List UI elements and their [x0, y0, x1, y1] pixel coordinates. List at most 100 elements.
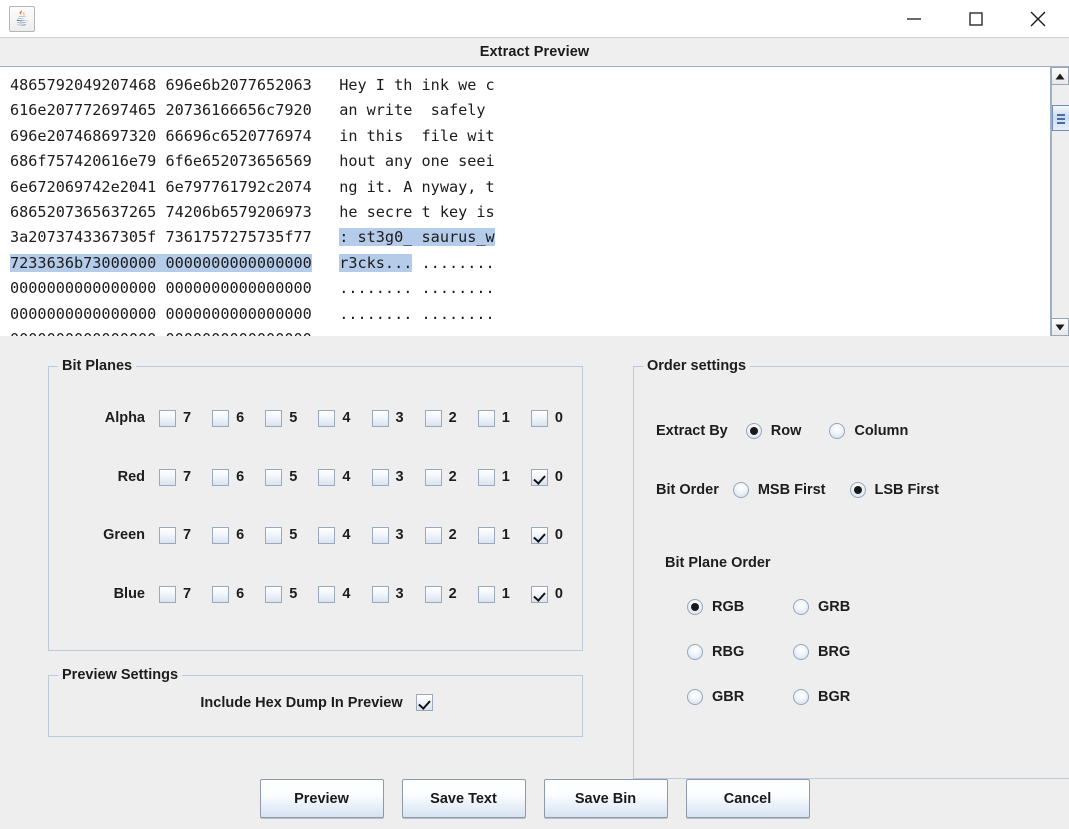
include-hex-dump-label: Include Hex Dump In Preview — [200, 694, 403, 711]
checkbox-red-bit-1[interactable] — [477, 468, 495, 486]
checkbox-red-bit-0[interactable] — [530, 468, 548, 486]
bit-number-label: 4 — [342, 527, 351, 543]
bit-number-label: 0 — [554, 527, 563, 543]
checkbox-green-bit-3[interactable] — [371, 526, 389, 544]
radio-extract-row-label: Row — [770, 423, 802, 439]
maximize-button[interactable] — [945, 0, 1007, 37]
checkbox-alpha-bit-5[interactable] — [265, 409, 283, 427]
cancel-button[interactable]: Cancel — [685, 779, 810, 818]
scroll-down-arrow-icon[interactable] — [1051, 318, 1069, 336]
hex-dump-text[interactable]: 4865792049207468 696e6b2077652063 Hey I … — [0, 67, 1050, 336]
bit-plane-cell: 4 — [318, 585, 371, 603]
hex-dump-row: 3a2073743367305f 7361757275735f77 : st3g… — [10, 228, 495, 247]
bit-number-label: 4 — [342, 586, 351, 602]
radio-rbg[interactable] — [687, 644, 703, 660]
bit-number-label: 1 — [501, 527, 510, 543]
checkbox-blue-bit-7[interactable] — [159, 585, 176, 603]
checkbox-alpha-bit-3[interactable] — [371, 409, 389, 427]
checkbox-green-bit-2[interactable] — [424, 526, 442, 544]
checkbox-alpha-bit-1[interactable] — [477, 409, 495, 427]
include-hex-dump-row[interactable]: Include Hex Dump In Preview — [49, 694, 584, 711]
bit-number-label: 0 — [554, 469, 563, 485]
checkbox-red-bit-6[interactable] — [212, 468, 230, 486]
radio-extract-row[interactable] — [745, 423, 762, 439]
save-bin-button[interactable]: Save Bin — [543, 779, 668, 818]
scrollbar-track[interactable] — [1051, 85, 1069, 318]
bit-order-option-lsb[interactable]: LSB First — [849, 482, 939, 498]
hex-dump-row: 696e207468697320 66696c6520776974 in thi… — [10, 126, 495, 145]
extract-by-option-row[interactable]: Row — [745, 423, 802, 439]
checkbox-blue-bit-3[interactable] — [371, 585, 389, 603]
checkbox-red-bit-3[interactable] — [371, 468, 389, 486]
minimize-button[interactable] — [883, 0, 945, 37]
checkbox-green-bit-1[interactable] — [477, 526, 495, 544]
bit-plane-cell: 5 — [265, 468, 318, 486]
bit-number-label: 1 — [501, 469, 510, 485]
checkbox-blue-bit-6[interactable] — [212, 585, 230, 603]
bit-number-label: 5 — [289, 469, 298, 485]
bit-plane-option-rbg[interactable]: RBG — [687, 644, 793, 660]
bit-number-label: 0 — [554, 410, 563, 426]
checkbox-alpha-bit-7[interactable] — [159, 409, 176, 427]
bit-plane-option-gbr[interactable]: GBR — [687, 689, 793, 705]
scroll-up-arrow-icon[interactable] — [1051, 67, 1069, 85]
bit-plane-cell: 2 — [424, 468, 478, 486]
order-settings-group: Order settings Extract By Row Column Bit… — [633, 358, 1069, 779]
checkbox-red-bit-5[interactable] — [265, 468, 283, 486]
checkbox-green-bit-6[interactable] — [212, 526, 230, 544]
checkbox-blue-bit-0[interactable] — [530, 585, 548, 603]
bit-plane-option-grb[interactable]: GRB — [793, 599, 850, 615]
checkbox-blue-bit-2[interactable] — [424, 585, 442, 603]
radio-rgb[interactable] — [687, 599, 703, 615]
preview-vertical-scrollbar[interactable] — [1050, 67, 1069, 336]
checkbox-green-bit-0[interactable] — [530, 526, 548, 544]
bit-plane-option-brg[interactable]: BRG — [793, 644, 850, 660]
checkbox-alpha-bit-0[interactable] — [530, 409, 548, 427]
bit-planes-group: Bit Planes Alpha 7 6 5 4 3 2 1 0 Red 7 6 5 4 3 2 1 0 Green… — [48, 358, 584, 651]
save-text-button[interactable]: Save Text — [401, 779, 526, 818]
scrollbar-thumb[interactable] — [1052, 105, 1069, 131]
radio-brg[interactable] — [793, 644, 809, 660]
bit-number-label: 4 — [342, 410, 351, 426]
checkbox-green-bit-4[interactable] — [318, 526, 336, 544]
bit-plane-order-label: Bit Plane Order — [665, 555, 771, 571]
bit-plane-option-bgr[interactable]: BGR — [793, 689, 850, 705]
radio-msb-first[interactable] — [732, 482, 749, 498]
bit-plane-cell: 1 — [477, 468, 531, 486]
checkbox-green-bit-5[interactable] — [265, 526, 283, 544]
bit-plane-cell: 7 — [159, 468, 212, 486]
bit-number-label: 7 — [183, 586, 192, 602]
preview-button[interactable]: Preview — [259, 779, 384, 818]
radio-extract-column[interactable] — [829, 423, 846, 439]
bit-number-label: 1 — [501, 586, 510, 602]
bit-plane-cell: 5 — [265, 585, 318, 603]
bit-plane-option-rgb[interactable]: RGB — [687, 599, 793, 615]
bit-plane-cell: 5 — [265, 526, 318, 544]
radio-lsb-first[interactable] — [849, 482, 866, 498]
checkbox-blue-bit-1[interactable] — [477, 585, 495, 603]
checkbox-alpha-bit-6[interactable] — [212, 409, 230, 427]
radio-bgr[interactable] — [793, 689, 809, 705]
checkbox-green-bit-7[interactable] — [159, 526, 176, 544]
extract-by-option-column[interactable]: Column — [829, 423, 908, 439]
radio-gbr[interactable] — [687, 689, 703, 705]
checkbox-red-bit-7[interactable] — [159, 468, 176, 486]
radio-extract-column-label: Column — [854, 423, 909, 439]
hex-dump-row: 4865792049207468 696e6b2077652063 Hey I … — [10, 76, 495, 94]
window-titlebar — [0, 0, 1069, 37]
radio-grb[interactable] — [793, 599, 809, 615]
hex-dump-row: 0000000000000000 0000000000000000 ......… — [10, 327, 1050, 336]
bit-plane-cell: 0 — [530, 585, 584, 603]
checkbox-red-bit-2[interactable] — [424, 468, 442, 486]
bit-number-label: 2 — [448, 586, 457, 602]
checkbox-alpha-bit-4[interactable] — [318, 409, 336, 427]
bit-plane-cell: 1 — [477, 526, 531, 544]
bit-order-option-msb[interactable]: MSB First — [732, 482, 826, 498]
checkbox-red-bit-4[interactable] — [318, 468, 336, 486]
checkbox-blue-bit-4[interactable] — [318, 585, 336, 603]
checkbox-blue-bit-5[interactable] — [265, 585, 283, 603]
extract-preview-dialog: Extract Preview 4865792049207468 696e6b2… — [0, 0, 1069, 829]
include-hex-dump-checkbox[interactable] — [415, 694, 433, 711]
checkbox-alpha-bit-2[interactable] — [424, 409, 442, 427]
close-button[interactable] — [1007, 0, 1069, 37]
